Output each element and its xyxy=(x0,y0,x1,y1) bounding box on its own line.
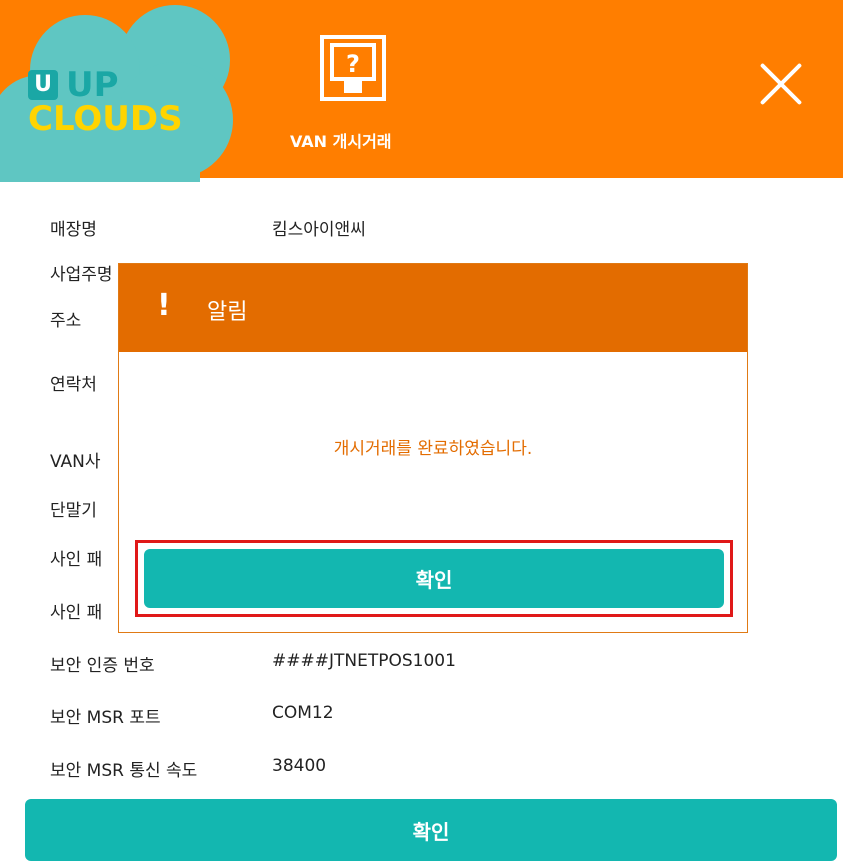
logo-clouds-text: CLOUDS xyxy=(28,99,183,139)
alert-dialog: ! 알림 개시거래를 완료하였습니다. 확인 xyxy=(118,263,748,633)
form-label: 사인 패 xyxy=(50,550,103,570)
form-label: 단말기 xyxy=(50,501,97,521)
alert-confirm-button[interactable]: 확인 xyxy=(144,549,724,608)
logo-up-text: UP xyxy=(66,65,119,105)
close-icon[interactable] xyxy=(753,56,809,112)
alert-dialog-message: 개시거래를 완료하였습니다. xyxy=(333,439,533,459)
svg-text:?: ? xyxy=(346,50,360,78)
form-label: 연락처 xyxy=(50,375,97,395)
form-value: 킴스아이앤씨 xyxy=(272,220,366,240)
form-label: 사업주명 xyxy=(50,265,113,285)
form-value: COM12 xyxy=(272,703,334,723)
form-label: 매장명 xyxy=(50,220,97,240)
form-value: 38400 xyxy=(272,756,327,776)
alert-dialog-title: 알림 xyxy=(207,300,248,325)
form-label: 보안 인증 번호 xyxy=(50,656,155,676)
confirm-button[interactable]: 확인 xyxy=(25,799,837,861)
up-clouds-logo: U UP CLOUDS xyxy=(0,0,250,182)
form-value: ####JTNETPOS1001 xyxy=(272,651,456,671)
question-screen-icon: ? xyxy=(318,33,388,103)
logo-up-row: U UP xyxy=(28,68,183,102)
logo-text: U UP CLOUDS xyxy=(28,68,183,136)
page-title: VAN 개시거래 xyxy=(290,132,392,151)
alert-dialog-header: ! 알림 xyxy=(119,264,747,352)
app-header: U UP CLOUDS ? VAN 개시거래 xyxy=(0,0,843,182)
form-label: 보안 MSR 포트 xyxy=(50,708,161,728)
confirm-button-highlight: 확인 xyxy=(135,540,733,617)
logo-u-badge: U xyxy=(28,70,58,100)
form-label: 보안 MSR 통신 속도 xyxy=(50,761,198,781)
form-label: VAN사 xyxy=(50,452,101,472)
form-label: 사인 패 xyxy=(50,603,103,623)
exclamation-icon: ! xyxy=(157,288,171,323)
form-label: 주소 xyxy=(50,311,82,331)
